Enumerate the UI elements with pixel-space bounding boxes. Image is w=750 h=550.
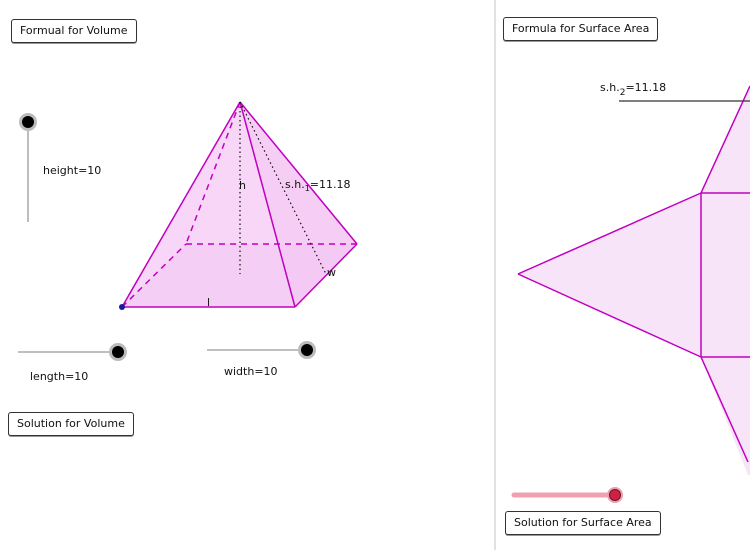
width-edge-label: w <box>327 266 336 279</box>
length-edge-label: l <box>207 296 210 309</box>
height-slider-handle[interactable] <box>22 116 34 128</box>
height-slider-label: height=10 <box>43 164 101 177</box>
height-label: h <box>239 179 246 192</box>
net-slant-height-label: s.h.2=11.18 <box>600 81 666 98</box>
length-slider-label: length=10 <box>30 370 88 383</box>
pyramid-canvas: h s.h.1=11.18 l w height=10 length=10 wi… <box>18 101 358 383</box>
surface-solution-button[interactable]: Solution for Surface Area <box>505 511 661 535</box>
net-canvas: s.h.2=11.18 <box>511 81 750 503</box>
pane-divider-line <box>494 0 496 550</box>
slant-height-label: s.h.1=11.18 <box>285 178 351 193</box>
pyramid-vertex-point[interactable] <box>119 304 125 310</box>
net-base-square <box>701 193 750 357</box>
volume-view: Formual for Volume Solution for Volume h… <box>0 0 492 550</box>
width-slider-handle[interactable] <box>301 344 313 356</box>
unfold-slider-handle[interactable] <box>609 489 621 501</box>
length-slider-handle[interactable] <box>112 346 124 358</box>
pane-divider[interactable] <box>492 0 500 550</box>
surface-area-view: s.h.2=11.18 Formula for Surface Area Sol… <box>500 0 750 550</box>
net-left-triangle <box>518 193 701 357</box>
width-slider-label: width=10 <box>224 365 278 378</box>
surface-formula-button[interactable]: Formula for Surface Area <box>503 17 659 41</box>
